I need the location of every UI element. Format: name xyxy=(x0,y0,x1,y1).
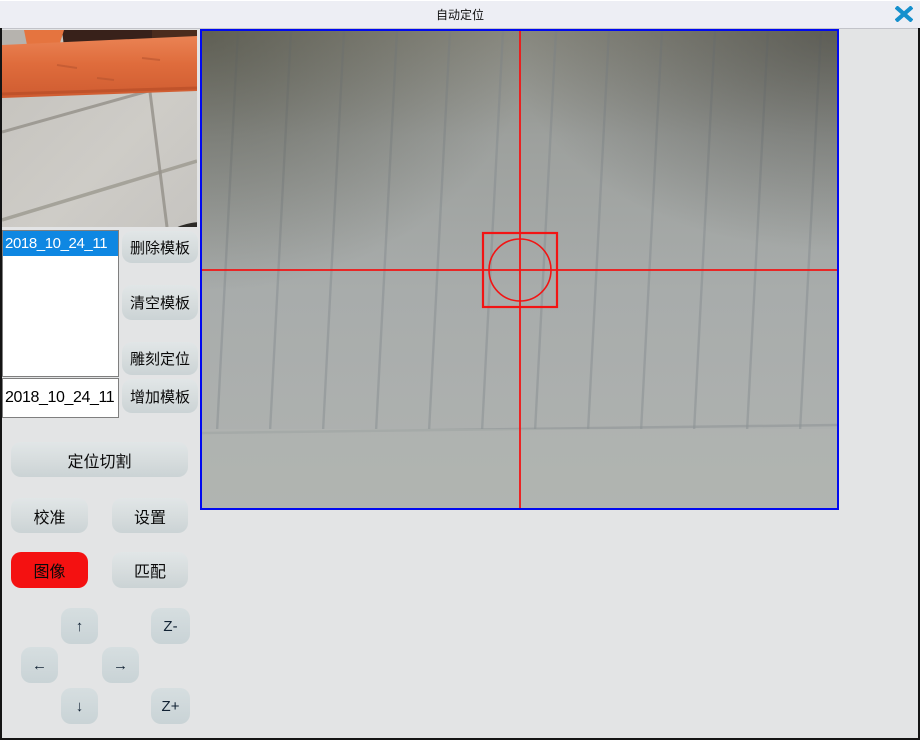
add-template-button[interactable]: 增加模板 xyxy=(122,379,198,413)
settings-button[interactable]: 设置 xyxy=(112,498,188,533)
template-thumbnail xyxy=(2,30,197,227)
delete-template-button[interactable]: 删除模板 xyxy=(122,231,198,263)
window-titlebar: 自动定位 xyxy=(0,0,920,29)
z-plus-button[interactable]: Z+ xyxy=(151,688,190,724)
position-cut-button[interactable]: 定位切割 xyxy=(11,442,188,477)
template-name-input[interactable] xyxy=(2,378,119,418)
jog-right-button[interactable]: → xyxy=(102,647,139,683)
camera-view[interactable] xyxy=(200,29,839,510)
calibrate-button[interactable]: 校准 xyxy=(11,498,88,533)
clear-templates-button[interactable]: 清空模板 xyxy=(122,285,198,320)
auto-position-dialog: 自动定位 xyxy=(0,0,920,740)
template-list-item[interactable]: 2018_10_24_11 xyxy=(3,231,118,256)
camera-feed xyxy=(202,31,837,508)
z-minus-button[interactable]: Z- xyxy=(151,608,190,644)
window-frame-left xyxy=(0,28,2,740)
close-icon xyxy=(895,6,913,25)
window-title: 自动定位 xyxy=(0,1,920,30)
jog-left-button[interactable]: ← xyxy=(21,647,58,683)
image-button[interactable]: 图像 xyxy=(11,552,88,588)
match-button[interactable]: 匹配 xyxy=(112,552,188,588)
template-list[interactable]: 2018_10_24_11 xyxy=(2,230,119,377)
jog-down-button[interactable]: ↓ xyxy=(61,688,98,724)
close-button[interactable] xyxy=(891,3,917,28)
jog-up-button[interactable]: ↑ xyxy=(61,608,98,644)
engrave-position-button[interactable]: 雕刻定位 xyxy=(122,342,198,375)
